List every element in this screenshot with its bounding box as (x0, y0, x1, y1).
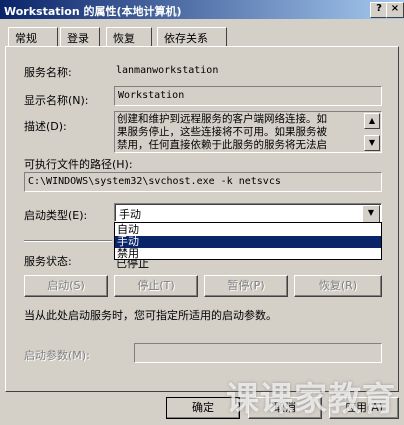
scroll-up-icon[interactable]: ▲ (364, 113, 380, 129)
service-name-label: 服务名称: (24, 66, 72, 79)
startup-type-list[interactable]: 自动 手动 禁用 (114, 222, 382, 260)
stop-button[interactable]: 停止(T) (114, 275, 198, 297)
display-name-label: 显示名称(N): (24, 94, 89, 107)
description-label: 描述(D): (24, 120, 67, 133)
tab-logon[interactable]: 登录 (60, 27, 100, 47)
description-line: 果服务停止，这些连接将不可用。如果服务被 (117, 126, 327, 138)
separator (24, 240, 112, 242)
description-line: 创建和维护到远程服务的客户端网络连接。如 (117, 113, 327, 125)
title-bar[interactable]: Workstation 的属性(本地计算机) ? × (0, 0, 404, 19)
option-automatic[interactable]: 自动 (115, 224, 381, 236)
startup-type-label: 启动类型(E): (24, 209, 88, 222)
resume-button[interactable]: 恢复(R) (294, 275, 382, 297)
display-name-value: Workstation (118, 90, 185, 101)
tab-dependencies[interactable]: 依存关系 (157, 27, 227, 47)
startup-type-value: 手动 (119, 208, 141, 221)
path-field[interactable]: C:\WINDOWS\system32\svchost.exe -k netsv… (24, 172, 382, 192)
option-disabled[interactable]: 禁用 (115, 248, 381, 260)
start-params-hint: 当从此处启动服务时，您可指定所适用的启动参数。 (24, 309, 277, 322)
start-params-label: 启动参数(M): (24, 349, 90, 362)
window-title: Workstation 的属性(本地计算机) (4, 5, 182, 18)
description-line: 禁用，任何直接依赖于此服务的服务将无法启 (117, 139, 327, 151)
startup-type-select[interactable]: 手动 ▼ (114, 203, 382, 223)
dropdown-arrow-icon[interactable]: ▼ (362, 205, 380, 223)
option-manual[interactable]: 手动 (115, 236, 381, 248)
display-name-field[interactable]: Workstation (114, 86, 382, 106)
service-name-value: lanmanworkstation (116, 65, 219, 76)
path-label: 可执行文件的路径(H): (24, 158, 133, 171)
close-button[interactable]: × (386, 2, 404, 18)
service-status-label: 服务状态: (24, 255, 72, 268)
scroll-down-icon[interactable]: ▼ (364, 135, 380, 151)
description-box[interactable]: 创建和维护到远程服务的客户端网络连接。如 果服务停止，这些连接将不可用。如果服务… (114, 111, 382, 153)
start-button[interactable]: 启动(S) (24, 275, 108, 297)
watermark: 课课家教育 (226, 379, 396, 418)
tab-recovery[interactable]: 恢复 (106, 27, 152, 47)
path-value: C:\WINDOWS\system32\svchost.exe -k netsv… (28, 176, 281, 187)
pause-button[interactable]: 暂停(P) (204, 275, 288, 297)
start-params-input[interactable] (134, 343, 382, 363)
tab-general[interactable]: 常规 (8, 27, 58, 47)
